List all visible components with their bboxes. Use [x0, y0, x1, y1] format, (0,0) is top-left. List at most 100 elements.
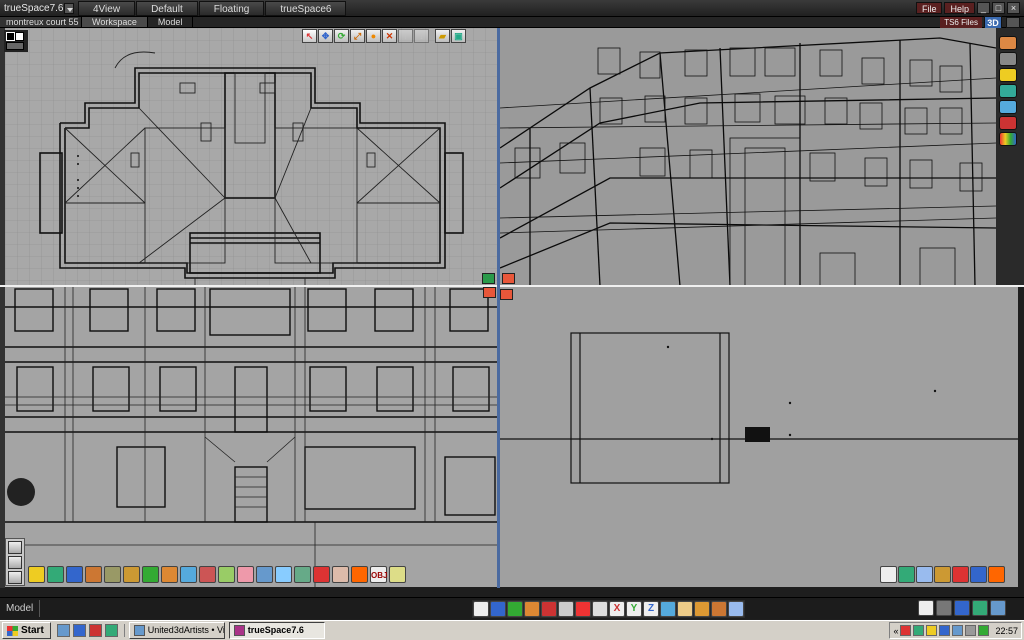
browser-icon[interactable] — [72, 624, 86, 637]
color-picker-icon[interactable] — [999, 132, 1017, 146]
background-color[interactable] — [15, 32, 24, 41]
viewport-divider-vertical[interactable] — [497, 28, 500, 588]
tray-icon-5[interactable] — [952, 625, 964, 636]
paint-icon[interactable]: ● — [366, 29, 381, 43]
grid-icon[interactable] — [8, 541, 22, 554]
primitive-icon[interactable] — [677, 601, 693, 617]
maximize-icon[interactable]: □ — [992, 2, 1005, 14]
panel-toggle-icon[interactable] — [1006, 17, 1020, 28]
viewport-top-plan[interactable]: ↖ ✥ ⟳ ⤢ ● ✕ ↑ ↓ ▰ ▣ — [5, 28, 497, 286]
tray-icon-1[interactable] — [900, 625, 912, 636]
tray-icon-4[interactable] — [939, 625, 951, 636]
tray-icon-3[interactable] — [926, 625, 938, 636]
obj-export-button[interactable]: OBJ — [370, 566, 387, 583]
tray-icon-2[interactable] — [913, 625, 925, 636]
grey-color[interactable] — [6, 42, 24, 50]
color-swatch[interactable] — [4, 30, 28, 52]
axis-x-button[interactable]: X — [609, 601, 625, 617]
tab-workspace[interactable]: Workspace — [82, 17, 148, 27]
move-icon[interactable]: ✥ — [318, 29, 333, 43]
task-united3dartists[interactable]: United3dArtists • View to... — [128, 622, 225, 639]
tool-icon-3[interactable] — [66, 566, 83, 583]
viewport-bird[interactable] — [500, 287, 1018, 587]
axes-icon[interactable] — [575, 601, 591, 617]
scale-tool-icon[interactable] — [524, 601, 540, 617]
camera-icon[interactable] — [936, 600, 952, 616]
tool-icon-2[interactable] — [47, 566, 64, 583]
box-icon[interactable] — [694, 601, 710, 617]
object-tool-icon[interactable]: ↖ — [302, 29, 317, 43]
ts6-files-button[interactable]: TS6 Files — [940, 17, 982, 28]
settings-icon[interactable] — [990, 600, 1006, 616]
layout-tab-default[interactable]: Default — [136, 0, 198, 16]
tray-expand-icon[interactable]: « — [893, 626, 898, 636]
select-icon[interactable] — [473, 601, 489, 617]
folder-icon[interactable]: ▰ — [435, 29, 450, 43]
axis-z-button[interactable]: Z — [643, 601, 659, 617]
tool-icon-1[interactable] — [28, 566, 45, 583]
file-menu[interactable]: File — [915, 2, 943, 14]
pointer-icon[interactable] — [592, 601, 608, 617]
tool-icon-14[interactable] — [275, 566, 292, 583]
volume-icon[interactable] — [965, 625, 977, 636]
viewport-camera-icon[interactable] — [502, 273, 515, 284]
tab-model[interactable]: Model — [148, 17, 194, 27]
axis-y-button[interactable]: Y — [626, 601, 642, 617]
layout-dropdown-button[interactable] — [64, 2, 74, 14]
tool-icon-18[interactable] — [351, 566, 368, 583]
rotate-icon[interactable]: ⟳ — [334, 29, 349, 43]
arrow-up-icon[interactable]: ↑ — [398, 29, 413, 43]
viewport-maximize-icon[interactable] — [483, 287, 496, 298]
lasso-icon[interactable] — [8, 556, 22, 569]
layer-icon[interactable] — [918, 600, 934, 616]
paint-bucket-icon[interactable] — [8, 571, 22, 584]
layout-tab-truespace6[interactable]: trueSpace6 — [265, 0, 347, 16]
mesh-icon[interactable] — [558, 601, 574, 617]
task-truespace[interactable]: trueSpace7.6 — [228, 622, 325, 639]
foreground-color[interactable] — [6, 32, 15, 41]
bird-tool-icon-5[interactable] — [952, 566, 969, 583]
bird-tool-icon-2[interactable] — [898, 566, 915, 583]
tool-icon-16[interactable] — [313, 566, 330, 583]
display-icon[interactable] — [954, 600, 970, 616]
render-icon[interactable] — [999, 84, 1017, 98]
group-icon[interactable] — [711, 601, 727, 617]
viewport-layout-icon[interactable] — [482, 273, 495, 284]
bird-tool-icon-4[interactable] — [934, 566, 951, 583]
viewport-front[interactable] — [5, 287, 497, 587]
desktop-icon[interactable] — [56, 624, 70, 637]
tool-icon-8[interactable] — [161, 566, 178, 583]
viewport-perspective[interactable] — [500, 28, 996, 286]
tool-icon-11[interactable] — [218, 566, 235, 583]
help-menu[interactable]: Help — [944, 2, 975, 14]
bird-tool-icon-7[interactable] — [988, 566, 1005, 583]
minimize-icon[interactable]: _ — [977, 2, 990, 14]
tool-icon-10[interactable] — [199, 566, 216, 583]
tool-icon-15[interactable] — [294, 566, 311, 583]
close-icon[interactable]: × — [1007, 2, 1020, 14]
face-icon[interactable] — [999, 100, 1017, 114]
bird-tool-icon-3[interactable] — [916, 566, 933, 583]
bird-view-icon[interactable] — [500, 289, 513, 300]
tool-icon-7[interactable] — [142, 566, 159, 583]
arrow-down-icon[interactable]: ↓ — [414, 29, 429, 43]
start-button[interactable]: Start — [2, 622, 51, 639]
tool-icon-4[interactable] — [85, 566, 102, 583]
library-icon[interactable] — [728, 601, 744, 617]
light-icon[interactable] — [999, 68, 1017, 82]
transform-icon[interactable]: ✕ — [382, 29, 397, 43]
viewport-divider-horizontal[interactable] — [0, 285, 1024, 287]
tool-icon-17[interactable] — [332, 566, 349, 583]
deform-icon[interactable] — [541, 601, 557, 617]
material-icon[interactable] — [999, 36, 1017, 50]
bird-tool-icon-6[interactable] — [970, 566, 987, 583]
move-tool-icon[interactable] — [490, 601, 506, 617]
tool-icon-5[interactable] — [104, 566, 121, 583]
rotate-tool-icon[interactable] — [507, 601, 523, 617]
layout-tab-floating[interactable]: Floating — [198, 0, 265, 16]
tool-icon-20[interactable] — [389, 566, 406, 583]
object-info-icon[interactable] — [999, 116, 1017, 130]
scale-icon[interactable]: ⤢ — [350, 29, 365, 43]
bird-tool-icon-1[interactable] — [880, 566, 897, 583]
help-icon[interactable] — [660, 601, 676, 617]
